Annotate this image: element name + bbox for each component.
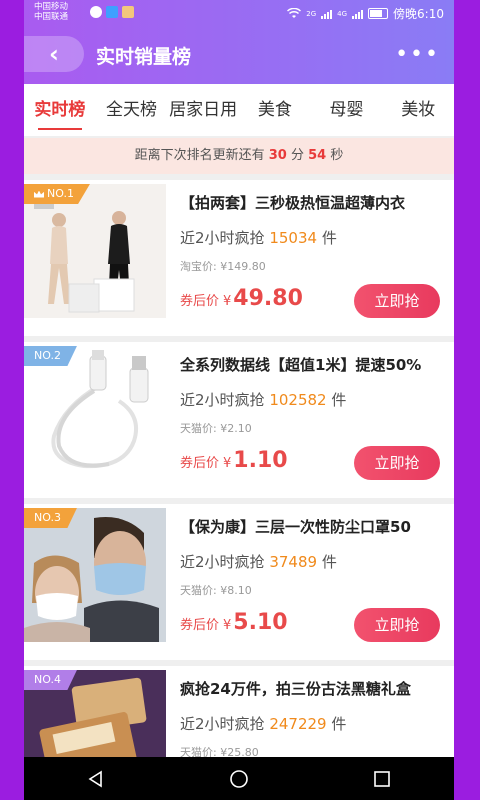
sold-suffix: 件 (331, 391, 347, 409)
countdown-minutes-unit: 分 (290, 148, 304, 163)
carrier-2: 中国联通 (34, 12, 69, 22)
network-4g: 4G (337, 9, 348, 18)
header-bar: ‹ 实时销量榜 ••• (24, 26, 454, 84)
price-label: 券后价 (180, 618, 220, 633)
product-image[interactable]: NO.2 (24, 346, 166, 480)
product-title[interactable]: 疯抢24万件，拍三份古法黑糖礼盒 (180, 678, 442, 699)
square-recents-icon (374, 770, 391, 787)
sold-prefix: 近2小时疯抢 (180, 391, 265, 409)
battery-icon (368, 8, 389, 19)
sold-number: 102582 (269, 391, 327, 409)
tab-realtime[interactable]: 实时榜 (24, 84, 96, 136)
sold-count: 近2小时疯抢 247229 件 (180, 713, 442, 734)
sold-number: 37489 (269, 553, 318, 571)
original-price: 淘宝价: ¥149.80 (180, 260, 266, 273)
tab-allday[interactable]: 全天榜 (96, 84, 168, 136)
buy-now-button[interactable]: 立即抢 (354, 446, 440, 480)
back-button[interactable]: ‹ (24, 36, 84, 72)
product-info: 全系列数据线【超值1米】提速50% 近2小时疯抢 102582 件 天猫价: ¥… (180, 354, 442, 436)
product-title[interactable]: 【拍两套】三秒极热恒温超薄内衣 (180, 192, 442, 213)
wifi-icon (287, 8, 302, 18)
original-price: 天猫价: ¥8.10 (180, 584, 252, 597)
countdown-prefix: 距离下次排名更新还有 (134, 148, 265, 163)
page-title: 实时销量榜 (96, 46, 192, 68)
product-list: NO.1 【拍两套】三秒极热恒温超薄内衣 近2小时疯抢 15034 件 淘宝价:… (24, 180, 454, 800)
buy-now-button[interactable]: 立即抢 (354, 608, 440, 642)
product-image[interactable]: NO.3 (24, 508, 166, 642)
carrier-info: 中国移动 中国联通 (34, 2, 68, 22)
product-info: 【拍两套】三秒极热恒温超薄内衣 近2小时疯抢 15034 件 淘宝价: ¥149… (180, 192, 442, 274)
signal-icon-2 (352, 8, 364, 19)
system-back-button[interactable] (85, 768, 107, 790)
coupon-price: 券后价 ¥ 1.10 (180, 448, 288, 473)
product-info: 【保为康】三层一次性防尘口罩50 近2小时疯抢 37489 件 天猫价: ¥8.… (180, 516, 442, 598)
sold-prefix: 近2小时疯抢 (180, 715, 265, 733)
coupon-price: 券后价 ¥ 5.10 (180, 610, 288, 635)
sold-number: 15034 (269, 229, 318, 247)
sold-suffix: 件 (321, 229, 337, 247)
wechat-icon (90, 6, 102, 18)
chevron-left-icon: ‹ (49, 40, 59, 68)
notification-icons (90, 6, 134, 18)
coupon-price: 券后价 ¥ 49.80 (180, 286, 303, 311)
sold-count: 近2小时疯抢 15034 件 (180, 227, 442, 248)
tab-household[interactable]: 居家日用 (167, 84, 239, 136)
sold-suffix: 件 (321, 553, 337, 571)
signal-icon-1 (321, 8, 333, 19)
status-bar: 中国移动 中国联通 2G 4G 傍晚6:10 (24, 0, 454, 26)
network-2g: 2G (306, 9, 317, 18)
buy-now-button[interactable]: 立即抢 (354, 284, 440, 318)
gift-icon (122, 6, 134, 18)
tab-beauty[interactable]: 美妆 (382, 84, 454, 136)
product-title[interactable]: 全系列数据线【超值1米】提速50% (180, 354, 442, 375)
product-card[interactable]: NO.2 全系列数据线【超值1米】提速50% 近2小时疯抢 102582 件 天… (24, 342, 454, 498)
status-right: 2G 4G 傍晚6:10 (287, 5, 444, 22)
sold-count: 近2小时疯抢 102582 件 (180, 389, 442, 410)
price-value: 1.10 (233, 448, 288, 473)
phone-screen: 中国移动 中国联通 2G 4G 傍晚6:10 ‹ 实时销量榜 ••• 实时榜 全… (24, 0, 454, 800)
rank-label: NO.1 (47, 187, 74, 200)
carrier-1: 中国移动 (34, 2, 69, 12)
price-value: 5.10 (233, 610, 288, 635)
more-options-button[interactable]: ••• (395, 42, 440, 67)
product-info: 疯抢24万件，拍三份古法黑糖礼盒 近2小时疯抢 247229 件 天猫价: ¥2… (180, 678, 442, 760)
sold-suffix: 件 (331, 715, 347, 733)
sold-number: 247229 (269, 715, 327, 733)
sold-count: 近2小时疯抢 37489 件 (180, 551, 442, 572)
system-recents-button[interactable] (371, 768, 393, 790)
price-value: 49.80 (233, 286, 303, 311)
price-label: 券后价 (180, 456, 220, 471)
product-image[interactable]: NO.1 (24, 184, 166, 318)
product-card[interactable]: NO.3 【保为康】三层一次性防尘口罩50 近2小时疯抢 37489 件 天猫价… (24, 504, 454, 660)
price-label: 券后价 (180, 294, 220, 309)
tab-food[interactable]: 美食 (239, 84, 311, 136)
triangle-back-icon (88, 770, 102, 787)
countdown-seconds: 54 (308, 148, 327, 163)
sold-prefix: 近2小时疯抢 (180, 229, 265, 247)
system-navigation-bar (24, 757, 454, 800)
product-title[interactable]: 【保为康】三层一次性防尘口罩50 (180, 516, 442, 537)
system-home-button[interactable] (228, 768, 250, 790)
crown-icon (34, 190, 44, 198)
currency-symbol: ¥ (223, 294, 232, 309)
circle-home-icon (230, 769, 248, 788)
currency-symbol: ¥ (223, 456, 232, 471)
category-tabs: 实时榜 全天榜 居家日用 美食 母婴 美妆 (24, 84, 454, 136)
ranking-countdown: 距离下次排名更新还有 30 分 54 秒 (24, 138, 454, 174)
sold-prefix: 近2小时疯抢 (180, 553, 265, 571)
original-price: 天猫价: ¥2.10 (180, 422, 252, 435)
tab-baby[interactable]: 母婴 (311, 84, 383, 136)
face-mask-image (24, 508, 166, 642)
countdown-minutes: 30 (268, 148, 287, 163)
thermal-underwear-image (24, 184, 166, 318)
countdown-seconds-unit: 秒 (330, 148, 344, 163)
clock: 傍晚6:10 (393, 7, 444, 21)
usb-cable-image (24, 346, 166, 480)
app-notification-icon (106, 6, 118, 18)
currency-symbol: ¥ (223, 618, 232, 633)
product-card[interactable]: NO.1 【拍两套】三秒极热恒温超薄内衣 近2小时疯抢 15034 件 淘宝价:… (24, 180, 454, 336)
